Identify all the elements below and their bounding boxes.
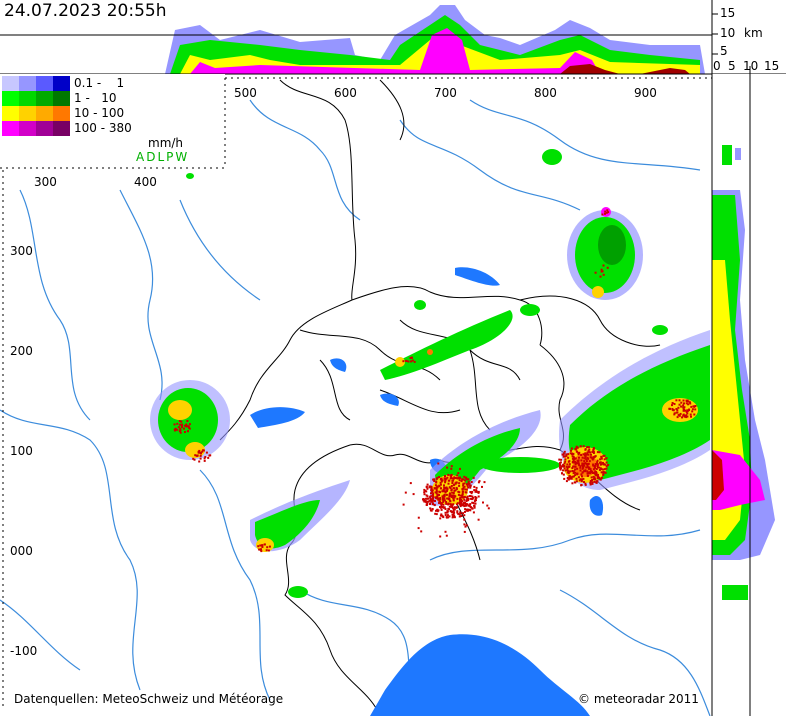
timestamp: 24.07.2023 20:55h — [4, 1, 167, 21]
y-tick-200: 200 — [10, 344, 33, 358]
x-tick-500: 500 — [234, 86, 257, 100]
x-tick-400: 400 — [134, 175, 157, 189]
height-tick-10: 10 — [720, 26, 736, 40]
data-sources: Datenquellen: MeteoSchweiz und Météorage — [14, 692, 284, 706]
side-tick-10: 10 — [743, 59, 759, 73]
radar-map: 24.07.2023 20:55h 0.1 - 1 1 - 10 10 - 10… — [0, 0, 786, 716]
legend-label-4: 100 - 380 — [74, 121, 132, 135]
side-tick-15: 15 — [764, 59, 780, 73]
legend-labels: 0.1 - 1 1 - 10 10 - 100 100 - 380 mm/h A… — [0, 74, 225, 166]
y-tick-neg100: -100 — [10, 644, 38, 658]
legend-label-1: 0.1 - 1 — [74, 76, 125, 90]
x-tick-900: 900 — [634, 86, 657, 100]
x-tick-800: 800 — [534, 86, 557, 100]
side-tick-0: 0 — [713, 59, 721, 73]
y-tick-000: 000 — [10, 544, 33, 558]
x-tick-300: 300 — [34, 175, 57, 189]
height-profile-right — [711, 0, 786, 716]
legend-label-2: 1 - 10 — [74, 91, 117, 105]
height-tick-5: 5 — [720, 44, 728, 58]
height-tick-15: 15 — [720, 6, 736, 20]
y-tick-300: 300 — [10, 244, 33, 258]
side-tick-5: 5 — [728, 59, 736, 73]
legend-label-3: 10 - 100 — [74, 106, 125, 120]
height-unit: km — [744, 26, 763, 40]
copyright: © meteoradar 2011 — [578, 692, 699, 706]
station-codes: ADLPW — [136, 150, 190, 164]
y-tick-100: 100 — [10, 444, 33, 458]
x-tick-600: 600 — [334, 86, 357, 100]
x-tick-700: 700 — [434, 86, 457, 100]
legend-unit: mm/h — [148, 136, 184, 150]
